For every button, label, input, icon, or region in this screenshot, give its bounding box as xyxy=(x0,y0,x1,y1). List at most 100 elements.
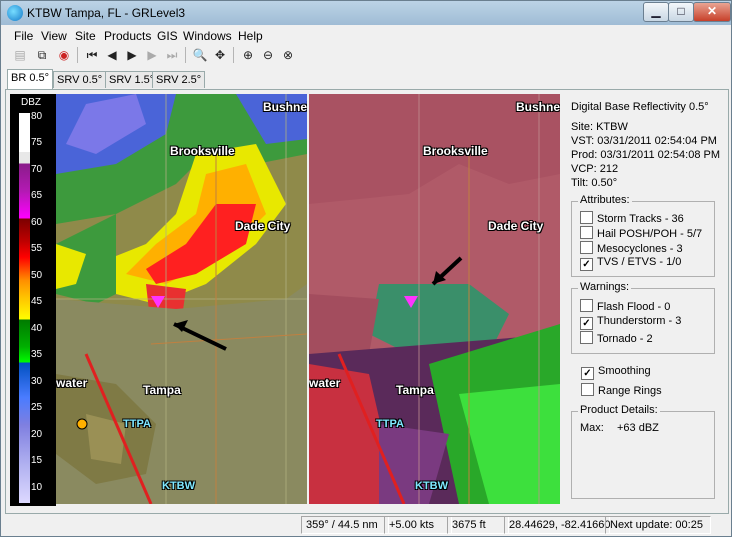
copy-disabled-icon[interactable]: ▤ xyxy=(11,46,29,64)
menu-view[interactable]: View xyxy=(41,29,67,43)
color-scale-bar xyxy=(19,113,30,503)
range-rings-checkbox[interactable]: Range Rings xyxy=(581,383,662,399)
vst-value: VST: 03/31/2011 02:54:04 PM xyxy=(571,135,717,147)
pan-icon[interactable]: ✥ xyxy=(211,46,229,64)
label-water: water xyxy=(309,376,341,390)
checkmark-icon[interactable]: ✓ xyxy=(580,317,593,330)
mesocyclones-checkbox[interactable]: Mesocyclones - 3 xyxy=(580,241,683,257)
product-info: Digital Base Reflectivity 0.5° Site: KTB… xyxy=(571,101,721,189)
label-ktbw: KTBW xyxy=(415,480,448,492)
tvs-marker[interactable] xyxy=(404,296,418,308)
zoom-icon[interactable]: 🔍 xyxy=(191,46,209,64)
tvs-checkbox[interactable]: ✓ TVS / ETVS - 1/0 xyxy=(580,256,681,272)
play-icon[interactable]: ▶ xyxy=(123,46,141,64)
toolbar-separator xyxy=(233,47,234,63)
menu-products[interactable]: Products xyxy=(104,29,151,43)
checkmark-icon[interactable]: ✓ xyxy=(581,367,594,380)
vcp-value: VCP: 212 xyxy=(571,163,619,175)
step-back-icon[interactable]: ◀ xyxy=(103,46,121,64)
window-title: KTBW Tampa, FL - GRLevel3 xyxy=(27,6,186,20)
tab-srv-0-5[interactable]: SRV 0.5° xyxy=(53,71,107,88)
maximize-button[interactable]: □ xyxy=(668,2,694,22)
checkbox-box[interactable] xyxy=(580,241,593,254)
legend-tick: 75 xyxy=(31,137,43,148)
first-frame-icon[interactable]: ⏮ xyxy=(83,46,101,64)
checkbox-box[interactable] xyxy=(580,226,593,239)
legend-tick: 25 xyxy=(31,402,43,413)
attributes-group: Attributes: Storm Tracks - 36 Hail POSH/… xyxy=(571,194,715,277)
site-value: Site: KTBW xyxy=(571,121,628,133)
height-readout: 3675 ft xyxy=(447,516,509,534)
menu-windows[interactable]: Windows xyxy=(183,29,232,43)
checkbox-label: TVS / ETVS - 1/0 xyxy=(597,256,682,268)
step-forward-icon[interactable]: ▶ xyxy=(143,46,161,64)
legend-tick: 40 xyxy=(31,323,43,334)
app-icon xyxy=(7,5,23,21)
checkbox-label: Flash Flood - 0 xyxy=(597,301,671,313)
checkbox-box[interactable] xyxy=(581,383,594,396)
checkmark-icon[interactable]: ✓ xyxy=(580,258,593,271)
tilt-value: Tilt: 0.50° xyxy=(571,177,618,189)
label-water: water xyxy=(56,376,88,390)
checkbox-box[interactable] xyxy=(580,299,593,312)
smoothing-checkbox[interactable]: ✓ Smoothing xyxy=(581,365,651,381)
thunderstorm-checkbox[interactable]: ✓ Thunderstorm - 3 xyxy=(580,315,681,331)
legend-tick: 15 xyxy=(31,455,43,466)
menu-file[interactable]: File xyxy=(14,29,33,43)
checkbox-box[interactable] xyxy=(580,211,593,224)
label-dade-city: Dade City xyxy=(488,219,544,233)
radar-icon[interactable]: ◉ xyxy=(55,46,73,64)
label-bushnell: Bushne xyxy=(516,100,560,114)
zoom-in-icon[interactable]: ⊕ xyxy=(239,46,257,64)
minimize-button[interactable]: ▁ xyxy=(643,2,669,22)
title-bar: KTBW Tampa, FL - GRLevel3 ▁ □ ✕ xyxy=(1,1,731,25)
storm-tracks-checkbox[interactable]: Storm Tracks - 36 xyxy=(580,211,684,227)
tvs-marker[interactable] xyxy=(151,296,165,308)
copy-icon[interactable]: ⧉ xyxy=(33,46,51,64)
velocity-map[interactable]: Bushne Brooksville Dade City water Tampa… xyxy=(309,94,560,504)
label-bushnell: Bushnel xyxy=(263,100,307,114)
tab-srv-2-5[interactable]: SRV 2.5° xyxy=(152,71,206,88)
legend-unit: DBZ xyxy=(21,97,41,108)
close-button[interactable]: ✕ xyxy=(693,2,731,22)
reflectivity-map[interactable]: Bushnel Brooksville Dade City water Tamp… xyxy=(56,94,307,504)
checkbox-label: Hail POSH/POH - 5/7 xyxy=(597,228,703,240)
hail-checkbox[interactable]: Hail POSH/POH - 5/7 xyxy=(580,226,702,242)
tab-br-0-5[interactable]: BR 0.5° xyxy=(7,69,54,89)
label-ttpa: TTPA xyxy=(123,418,151,430)
legend-tick: 70 xyxy=(31,164,43,175)
checkbox-label: Thunderstorm - 3 xyxy=(597,315,682,327)
zoom-reset-icon[interactable]: ⊗ xyxy=(279,46,297,64)
product-name: Digital Base Reflectivity 0.5° xyxy=(571,101,709,113)
speed-readout: +5.00 kts xyxy=(384,516,452,534)
max-label: Max: xyxy=(580,422,604,434)
product-details-title: Product Details: xyxy=(578,404,660,416)
legend-tick: 20 xyxy=(31,429,43,440)
legend-tick: 45 xyxy=(31,296,43,307)
tab-srv-1-5[interactable]: SRV 1.5° xyxy=(105,71,159,88)
last-frame-icon[interactable]: ⏭ xyxy=(163,46,181,64)
status-bar: 359° / 44.5 nm +5.00 kts 3675 ft 28.4462… xyxy=(1,513,731,536)
checkbox-label: Tornado - 2 xyxy=(597,333,653,345)
label-brooksville: Brooksville xyxy=(170,144,235,158)
label-ttpa: TTPA xyxy=(376,418,404,430)
checkbox-label: Range Rings xyxy=(598,385,662,397)
menu-gis[interactable]: GIS xyxy=(157,29,178,43)
legend-tick: 60 xyxy=(31,217,43,228)
zoom-out-icon[interactable]: ⊖ xyxy=(259,46,277,64)
checkbox-box[interactable] xyxy=(580,331,593,344)
checkbox-label: Mesocyclones - 3 xyxy=(597,243,683,255)
menu-help[interactable]: Help xyxy=(238,29,263,43)
legend-tick: 55 xyxy=(31,243,43,254)
checkbox-label: Storm Tracks - 36 xyxy=(597,213,684,225)
tornado-checkbox[interactable]: Tornado - 2 xyxy=(580,331,653,347)
label-ktbw: KTBW xyxy=(162,480,195,492)
label-tampa: Tampa xyxy=(396,383,434,397)
label-tampa: Tampa xyxy=(143,383,181,397)
flash-flood-checkbox[interactable]: Flash Flood - 0 xyxy=(580,299,670,315)
legend-tick: 10 xyxy=(31,482,43,493)
attributes-title: Attributes: xyxy=(578,194,632,206)
label-brooksville: Brooksville xyxy=(423,144,488,158)
legend-tick: 35 xyxy=(31,349,43,360)
menu-site[interactable]: Site xyxy=(75,29,96,43)
